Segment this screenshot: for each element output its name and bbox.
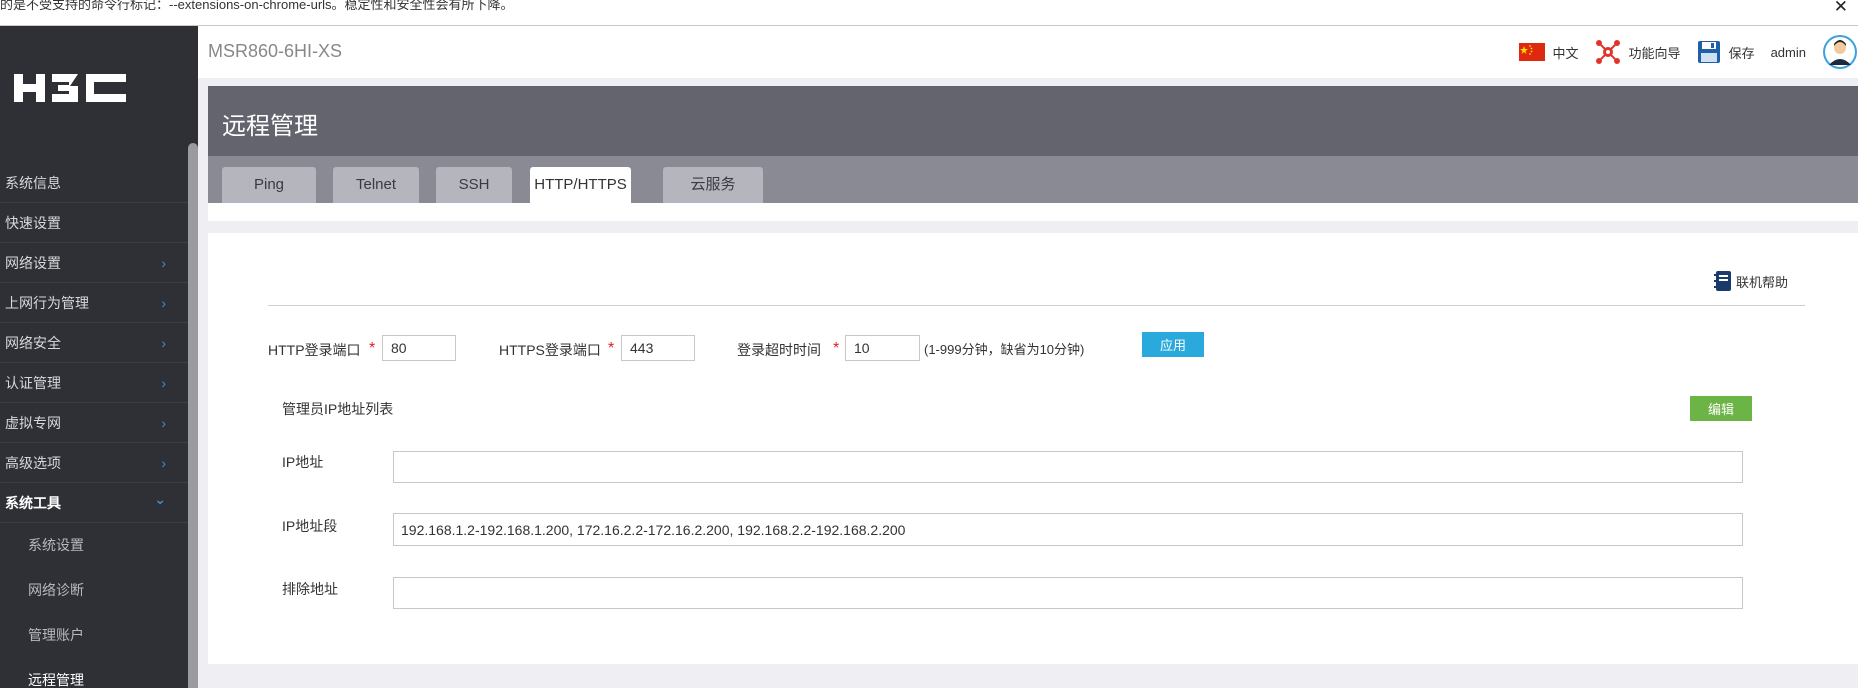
header-actions: 中文 功能向导 保存 admin [1518, 34, 1858, 70]
tab-ping[interactable]: Ping [222, 167, 316, 203]
chevron-right-icon: › [161, 255, 166, 271]
ip-range-input[interactable] [393, 513, 1743, 546]
ip-range-label: IP地址段 [282, 518, 338, 534]
chevron-right-icon: › [161, 455, 166, 471]
sidebar-item[interactable]: 上网行为管理 › [0, 283, 188, 323]
sidebar-item-label: 虚拟专网 [5, 415, 61, 431]
help-book-icon [1714, 271, 1731, 291]
apply-button[interactable]: 应用 [1142, 332, 1204, 357]
http-https-settings-panel: 联机帮助 HTTP登录端口 * HTTPS登录端口 * 登录超时时间 * (1-… [208, 233, 1858, 664]
unsupported-flag-warning-bar: 的是不受支持的命令行标记：--extensions-on-chrome-urls… [0, 0, 1858, 26]
close-icon[interactable]: ✕ [1834, 0, 1848, 17]
sidebar-item[interactable]: 虚拟专网 › [0, 403, 188, 443]
sidebar-item-label: 认证管理 [5, 375, 61, 391]
wizard-button[interactable]: 功能向导 [1595, 39, 1681, 65]
user-avatar-icon[interactable] [1822, 34, 1858, 70]
tab-ssh[interactable]: SSH [436, 167, 512, 203]
tab-content-top [208, 203, 1858, 221]
divider [268, 305, 1805, 306]
sidebar-subitem[interactable]: 系统设置 [0, 523, 188, 568]
ip-address-label: IP地址 [282, 454, 324, 470]
language-switch[interactable]: 中文 [1518, 43, 1579, 62]
save-label: 保存 [1728, 45, 1755, 61]
sidebar-item-label: 上网行为管理 [5, 295, 89, 311]
save-button[interactable]: 保存 [1697, 40, 1755, 64]
china-flag-icon [1518, 43, 1545, 61]
sidebar-item-label: 高级选项 [5, 455, 61, 471]
sidebar-item-label: 快速设置 [5, 215, 61, 231]
sidebar-subitem[interactable]: 远程管理 [0, 658, 188, 688]
page-title-panel: 远程管理 [208, 86, 1858, 156]
warning-text: 的是不受支持的命令行标记：--extensions-on-chrome-urls… [0, 0, 514, 12]
timeout-hint: (1-999分钟，缺省为10分钟) [924, 342, 1085, 357]
sidebar-item[interactable]: 网络安全 › [0, 323, 188, 363]
help-label: 联机帮助 [1736, 274, 1789, 290]
admin-ip-list-title: 管理员IP地址列表 [282, 401, 394, 417]
h3c-logo [14, 74, 126, 102]
sidebar-item[interactable]: 系统工具 ⌄ [0, 483, 188, 523]
tab-http-https[interactable]: HTTP/HTTPS [530, 167, 631, 203]
edit-button[interactable]: 编辑 [1690, 396, 1752, 421]
sidebar-item[interactable]: 认证管理 › [0, 363, 188, 403]
sidebar-item[interactable]: 系统信息 [0, 163, 188, 203]
http-port-label: HTTP登录端口 [268, 342, 361, 358]
online-help-link[interactable]: 联机帮助 [1713, 270, 1788, 292]
sidebar-item-label: 系统信息 [5, 175, 61, 191]
wizard-icon [1595, 40, 1620, 64]
wizard-label: 功能向导 [1628, 45, 1681, 61]
tab-telnet[interactable]: Telnet [333, 167, 419, 203]
sidebar: 系统信息快速设置网络设置 › 上网行为管理 › 网络安全 › 认证管理 › 虚拟专网 › 高级选项 ›… [0, 26, 198, 688]
login-timeout-input[interactable] [845, 335, 920, 361]
required-mark: * [833, 340, 840, 357]
chevron-right-icon: › [161, 295, 166, 311]
ip-address-input[interactable] [393, 451, 1743, 483]
sidebar-item-label: 系统工具 [5, 495, 61, 511]
floppy-disk-icon [1697, 41, 1720, 63]
required-mark: * [608, 340, 615, 357]
tab-cloud-service[interactable]: 云服务 [663, 167, 763, 203]
chevron-down-icon: ⌄ [154, 491, 166, 507]
chevron-right-icon: › [161, 335, 166, 351]
sidebar-menu: 系统信息快速设置网络设置 › 上网行为管理 › 网络安全 › 认证管理 › 虚拟专网 › 高级选项 ›… [0, 163, 188, 688]
sidebar-item-label: 网络设置 [5, 255, 61, 271]
page-title: 远程管理 [222, 113, 318, 140]
user-menu[interactable]: admin [1771, 45, 1806, 60]
tab-bar: Ping Telnet SSH HTTP/HTTPS 云服务 [208, 156, 1858, 203]
sidebar-subitem[interactable]: 网络诊断 [0, 568, 188, 613]
sidebar-item[interactable]: 高级选项 › [0, 443, 188, 483]
sidebar-item-label: 网络安全 [5, 335, 61, 351]
http-port-input[interactable] [382, 335, 456, 361]
chevron-right-icon: › [161, 375, 166, 391]
sidebar-item[interactable]: 快速设置 [0, 203, 188, 243]
language-label: 中文 [1552, 45, 1579, 61]
exclude-address-input[interactable] [393, 577, 1743, 609]
sidebar-item[interactable]: 网络设置 › [0, 243, 188, 283]
https-port-input[interactable] [621, 335, 695, 361]
exclude-address-label: 排除地址 [282, 581, 338, 597]
sidebar-scrollbar[interactable] [188, 143, 198, 688]
sidebar-subitem[interactable]: 管理账户 [0, 613, 188, 658]
device-model: MSR860-6HI-XS [208, 41, 343, 61]
https-port-label: HTTPS登录端口 [499, 342, 601, 358]
top-header: MSR860-6HI-XS 中文 功能向导 保存 admin [198, 26, 1858, 78]
chevron-right-icon: › [161, 415, 166, 431]
username: admin [1770, 44, 1806, 60]
login-timeout-label: 登录超时时间 [737, 342, 821, 358]
required-mark: * [369, 340, 376, 357]
